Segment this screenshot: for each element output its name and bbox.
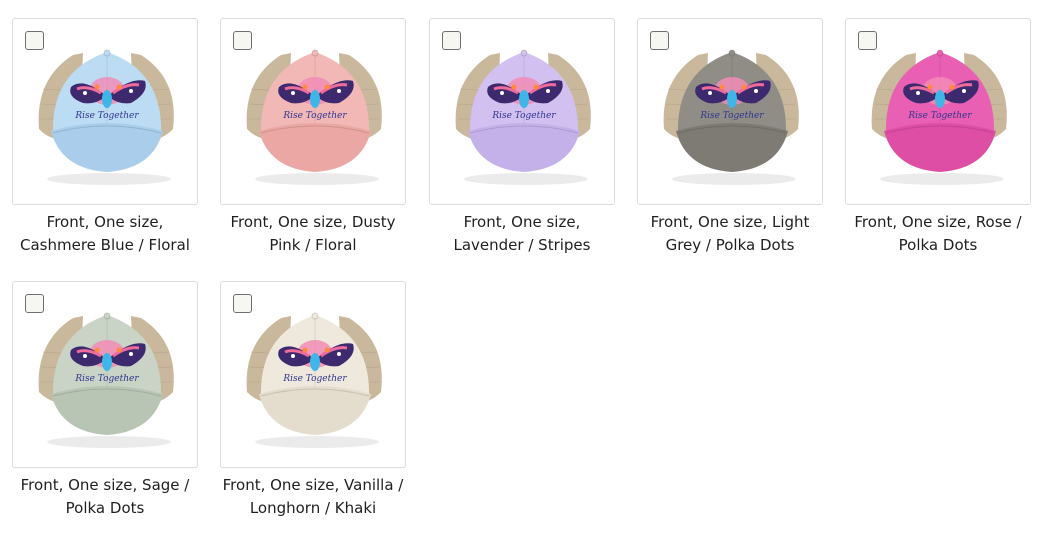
select-checkbox[interactable] [650, 31, 669, 50]
variant-thumbnail[interactable]: Rise Together [845, 18, 1031, 205]
variant-thumbnail[interactable]: Rise Together [12, 18, 198, 205]
select-checkbox[interactable] [25, 294, 44, 313]
variant-label: Front, One size, Rose / Polka Dots [854, 213, 1022, 254]
select-checkbox[interactable] [233, 294, 252, 313]
variant-thumbnail[interactable]: Rise Together [12, 281, 198, 468]
variant-thumbnail[interactable]: Rise Together [220, 18, 406, 205]
variant-card[interactable]: Rise Together Front, One size, Dusty Pin… [220, 18, 406, 257]
svg-text:Rise Together: Rise Together [491, 111, 556, 121]
variant-card[interactable]: Rise Together Front, One size, Vanilla /… [220, 281, 406, 520]
svg-text:Rise Together: Rise Together [907, 111, 972, 121]
variant-card[interactable]: Rise Together Front, One size, Rose / Po… [845, 18, 1031, 257]
variant-label: Front, One size, Lavender / Stripes [453, 213, 591, 254]
variant-card[interactable]: Rise Together Front, One size, Cashmere … [12, 18, 198, 257]
variant-thumbnail[interactable]: Rise Together [220, 281, 406, 468]
variant-label: Front, One size, Vanilla / Longhorn / Kh… [222, 476, 404, 517]
variant-label: Front, One size, Cashmere Blue / Floral [20, 213, 190, 254]
select-checkbox[interactable] [233, 31, 252, 50]
variant-thumbnail[interactable]: Rise Together [429, 18, 615, 205]
select-checkbox[interactable] [858, 31, 877, 50]
select-checkbox[interactable] [25, 31, 44, 50]
svg-text:Rise Together: Rise Together [699, 111, 764, 121]
variant-thumbnail[interactable]: Rise Together [637, 18, 823, 205]
svg-text:Rise Together: Rise Together [74, 111, 139, 121]
svg-text:Rise Together: Rise Together [282, 374, 347, 384]
svg-text:Rise Together: Rise Together [282, 111, 347, 121]
svg-text:Rise Together: Rise Together [74, 374, 139, 384]
select-checkbox[interactable] [442, 31, 461, 50]
variant-label: Front, One size, Light Grey / Polka Dots [650, 213, 810, 254]
variant-label: Front, One size, Dusty Pink / Floral [230, 213, 396, 254]
variant-card[interactable]: Rise Together Front, One size, Lavender … [429, 18, 615, 257]
variant-card[interactable]: Rise Together Front, One size, Light Gre… [637, 18, 823, 257]
variant-label: Front, One size, Sage / Polka Dots [20, 476, 190, 517]
variant-card[interactable]: Rise Together Front, One size, Sage / Po… [12, 281, 198, 520]
